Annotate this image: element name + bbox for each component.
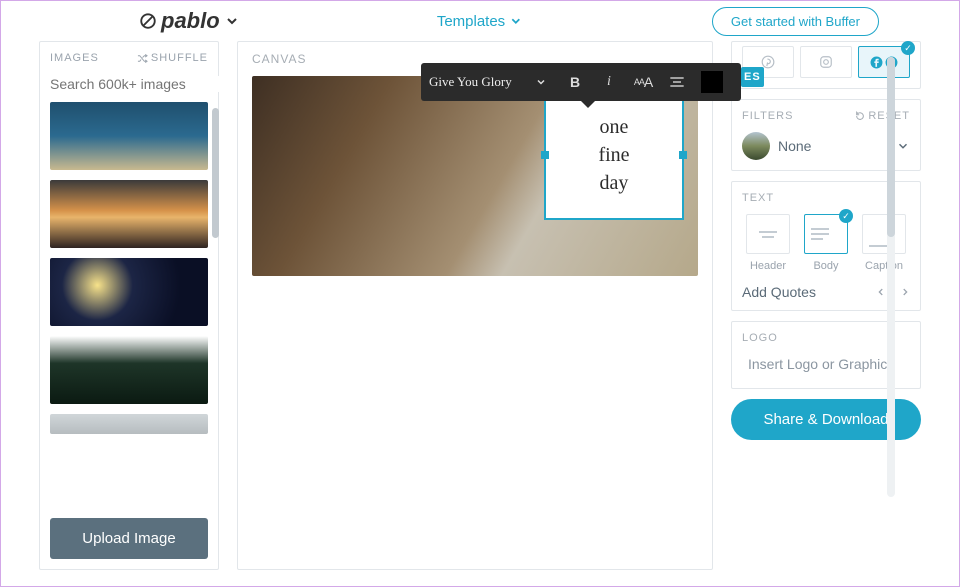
text-option-header[interactable]: Header xyxy=(742,214,794,272)
chevron-down-icon xyxy=(896,139,910,153)
image-thumbnail[interactable] xyxy=(50,102,208,170)
caption-tile-icon xyxy=(862,214,906,254)
templates-dropdown[interactable]: Templates xyxy=(437,13,523,30)
main-area: IMAGES SHUFFLE Upload Image CANVAS xyxy=(1,41,959,588)
shuffle-button[interactable]: SHUFFLE xyxy=(137,52,208,64)
text-option-label: Header xyxy=(750,260,786,272)
scrollbar-thumb[interactable] xyxy=(887,57,895,237)
filter-name: None xyxy=(778,138,888,154)
canvas-image[interactable]: one fine day xyxy=(252,76,698,276)
add-quotes-label[interactable]: Add Quotes xyxy=(742,284,816,300)
shuffle-icon xyxy=(137,53,148,64)
check-icon: ✓ xyxy=(839,209,853,223)
insert-logo-button[interactable]: Insert Logo or Graphic xyxy=(742,344,910,378)
logo-dropdown[interactable]: pablo xyxy=(139,8,240,34)
filter-selector[interactable]: None xyxy=(742,132,910,160)
add-quotes-row: Add Quotes xyxy=(742,284,910,300)
filters-label: FILTERS xyxy=(742,110,793,122)
text-option-label: Caption xyxy=(865,260,903,272)
image-thumbnail[interactable] xyxy=(50,258,208,326)
image-thumbnail[interactable] xyxy=(50,336,208,404)
filters-reset-button[interactable]: RESET xyxy=(855,110,910,122)
chevron-right-icon[interactable] xyxy=(900,286,910,298)
font-name-label: Give You Glory xyxy=(429,74,521,90)
text-options: Header ✓ Body Caption xyxy=(742,214,910,272)
image-thumbnail[interactable] xyxy=(50,414,208,434)
text-format-toolbar: Give You Glory B i AAA xyxy=(421,63,741,101)
resize-handle-left[interactable] xyxy=(541,151,549,159)
canvas-panel: CANVAS one fine day xyxy=(237,41,713,570)
font-dropdown[interactable] xyxy=(527,68,555,96)
facebook-icon xyxy=(870,56,883,69)
images-title: IMAGES xyxy=(50,52,99,64)
body-tile-icon: ✓ xyxy=(804,214,848,254)
size-facebook-twitter[interactable]: ✓ xyxy=(858,46,910,78)
image-thumb-list xyxy=(50,102,208,508)
logo-text: pablo xyxy=(161,8,220,34)
text-option-label: Body xyxy=(813,260,838,272)
text-option-body[interactable]: ✓ Body xyxy=(800,214,852,272)
instagram-icon xyxy=(819,55,833,69)
get-started-button[interactable]: Get started with Buffer xyxy=(712,7,879,36)
canvas-text-line: fine xyxy=(598,141,629,169)
social-size-row: ✓ xyxy=(742,46,910,78)
sizes-tab-fragment: ES xyxy=(741,67,764,87)
search-row xyxy=(50,76,208,92)
filter-thumb xyxy=(742,132,770,160)
font-size-button[interactable]: AAA xyxy=(629,68,657,96)
templates-label: Templates xyxy=(437,13,505,30)
text-label: TEXT xyxy=(742,192,774,204)
chevron-down-icon xyxy=(535,76,547,88)
size-instagram[interactable] xyxy=(800,46,852,78)
align-button[interactable] xyxy=(663,68,691,96)
canvas-text-line: day xyxy=(600,169,629,197)
chevron-left-icon[interactable] xyxy=(876,286,886,298)
canvas-text-box[interactable]: one fine day xyxy=(544,90,684,220)
resize-handle-right[interactable] xyxy=(679,151,687,159)
search-input[interactable] xyxy=(50,76,231,92)
italic-button[interactable]: i xyxy=(595,68,623,96)
align-icon xyxy=(669,75,685,89)
images-panel: IMAGES SHUFFLE Upload Image xyxy=(39,41,219,570)
check-icon: ✓ xyxy=(901,41,915,55)
bold-button[interactable]: B xyxy=(561,68,589,96)
text-option-caption[interactable]: Caption xyxy=(858,214,910,272)
chevron-down-icon xyxy=(224,13,240,29)
color-picker-button[interactable] xyxy=(697,68,725,96)
logo-slash-icon xyxy=(139,12,157,30)
chevron-down-icon xyxy=(509,14,523,28)
canvas-text-line: one xyxy=(600,113,629,141)
reset-icon xyxy=(855,111,865,121)
upload-image-button[interactable]: Upload Image xyxy=(50,518,208,559)
shuffle-label: SHUFFLE xyxy=(151,52,208,64)
images-scrollbar[interactable] xyxy=(212,108,219,238)
page-scrollbar[interactable] xyxy=(887,57,895,497)
logo-label: LOGO xyxy=(742,332,778,344)
image-thumbnail[interactable] xyxy=(50,180,208,248)
header-tile-icon xyxy=(746,214,790,254)
top-bar: pablo Templates Get started with Buffer xyxy=(1,1,959,41)
color-swatch-icon xyxy=(701,71,723,93)
